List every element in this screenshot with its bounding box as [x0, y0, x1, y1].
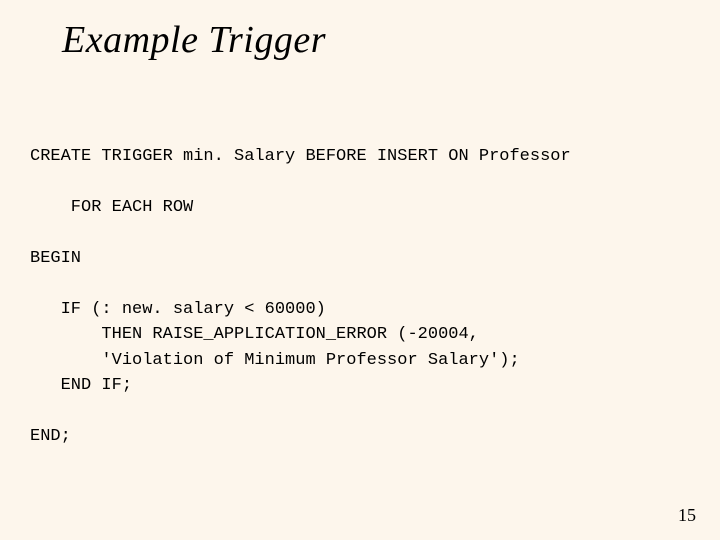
- slide-title: Example Trigger: [62, 18, 326, 62]
- code-line: END IF;: [30, 376, 132, 395]
- code-line: FOR EACH ROW: [30, 198, 193, 217]
- page-number: 15: [678, 505, 696, 526]
- code-line: IF (: new. salary < 60000): [30, 300, 326, 319]
- code-line: END;: [30, 427, 71, 446]
- code-line: CREATE TRIGGER min. Salary BEFORE INSERT…: [30, 147, 571, 166]
- slide: Example Trigger CREATE TRIGGER min. Sala…: [0, 0, 720, 540]
- code-line: BEGIN: [30, 249, 81, 268]
- code-line: 'Violation of Minimum Professor Salary')…: [30, 351, 520, 370]
- code-line: THEN RAISE_APPLICATION_ERROR (-20004,: [30, 325, 479, 344]
- code-block: CREATE TRIGGER min. Salary BEFORE INSERT…: [30, 118, 690, 450]
